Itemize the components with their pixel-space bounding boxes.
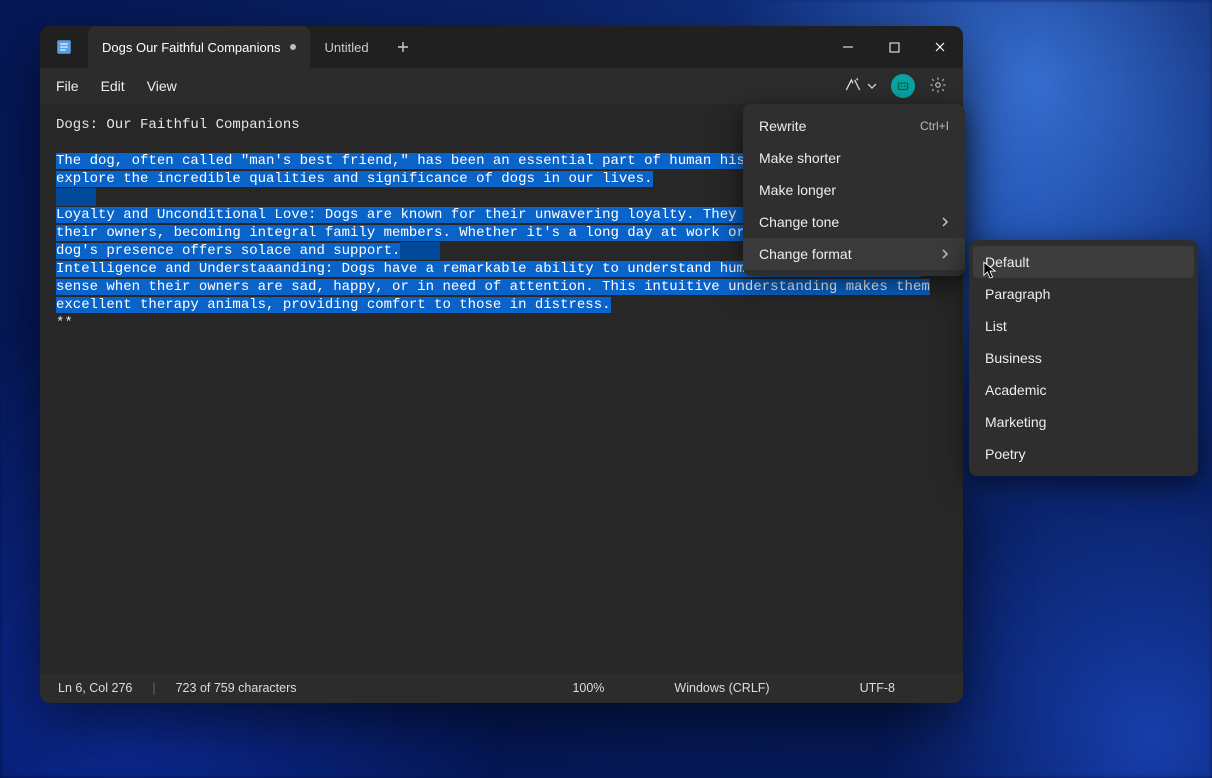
chevron-down-icon — [867, 78, 877, 94]
tab-untitled-label: Untitled — [324, 40, 368, 55]
tab-active-label: Dogs Our Faithful Companions — [102, 40, 280, 55]
change-format-submenu: Default Paragraph List Business Academic… — [969, 240, 1198, 476]
maximize-button[interactable] — [871, 26, 917, 68]
menu-file[interactable]: File — [56, 78, 79, 94]
ai-rewrite-button[interactable] — [843, 75, 877, 98]
settings-button[interactable] — [929, 76, 947, 97]
dirty-indicator-icon — [290, 44, 296, 50]
editor-tail: ** — [56, 315, 73, 331]
tab-active[interactable]: Dogs Our Faithful Companions — [88, 26, 310, 68]
status-line-ending[interactable]: Windows (CRLF) — [674, 681, 769, 695]
ai-menu-change-format[interactable]: Change format — [743, 238, 965, 270]
copilot-badge-icon[interactable] — [891, 74, 915, 98]
status-zoom[interactable]: 100% — [572, 681, 604, 695]
format-paragraph[interactable]: Paragraph — [969, 278, 1198, 310]
sparkle-icon — [843, 75, 863, 98]
ai-menu-rewrite[interactable]: Rewrite Ctrl+I — [743, 110, 965, 142]
format-marketing[interactable]: Marketing — [969, 406, 1198, 438]
ai-menu-change-tone[interactable]: Change tone — [743, 206, 965, 238]
format-poetry[interactable]: Poetry — [969, 438, 1198, 470]
format-academic[interactable]: Academic — [969, 374, 1198, 406]
shortcut-label: Ctrl+I — [920, 119, 949, 133]
menubar: File Edit View — [40, 68, 963, 104]
window-controls — [825, 26, 963, 68]
format-default[interactable]: Default — [973, 246, 1194, 278]
close-button[interactable] — [917, 26, 963, 68]
status-char-count[interactable]: 723 of 759 characters — [176, 681, 297, 695]
titlebar: Dogs Our Faithful Companions Untitled — [40, 26, 963, 68]
format-list[interactable]: List — [969, 310, 1198, 342]
minimize-button[interactable] — [825, 26, 871, 68]
ai-menu-make-longer[interactable]: Make longer — [743, 174, 965, 206]
chevron-right-icon — [941, 214, 949, 230]
menu-view[interactable]: View — [147, 78, 177, 94]
status-cursor-pos[interactable]: Ln 6, Col 276 — [58, 681, 132, 695]
chevron-right-icon — [941, 246, 949, 262]
menu-edit[interactable]: Edit — [101, 78, 125, 94]
status-encoding[interactable]: UTF-8 — [860, 681, 895, 695]
statusbar: Ln 6, Col 276 | 723 of 759 characters 10… — [40, 673, 963, 703]
format-business[interactable]: Business — [969, 342, 1198, 374]
ai-menu-make-shorter[interactable]: Make shorter — [743, 142, 965, 174]
ai-menu: Rewrite Ctrl+I Make shorter Make longer … — [743, 104, 965, 276]
selection-gap — [56, 188, 96, 206]
app-icon — [40, 26, 88, 68]
tab-untitled[interactable]: Untitled — [310, 26, 382, 68]
new-tab-button[interactable] — [383, 26, 423, 68]
